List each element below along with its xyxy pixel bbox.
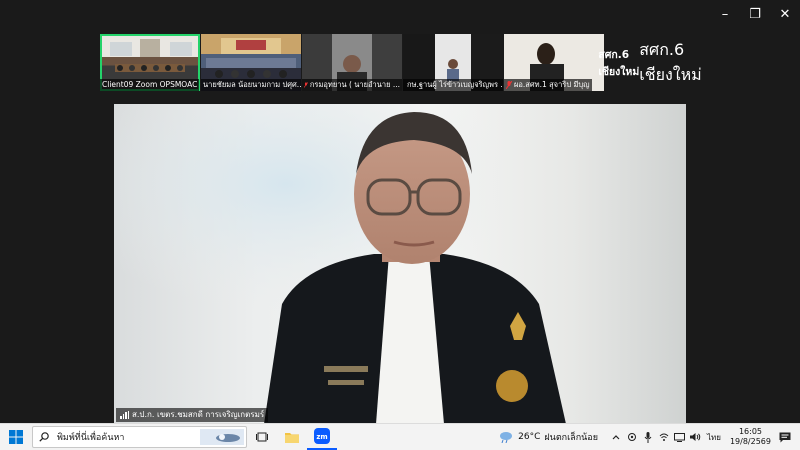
speaker-name-label: ส.ป.ก. เขตร.ชมสกดี การเจริญเกตรมร์ — [116, 408, 269, 422]
camera-icon — [627, 433, 636, 441]
mic-muted-icon — [304, 82, 308, 88]
microphone-icon — [644, 431, 652, 443]
zoom-icon: zm — [314, 428, 330, 444]
clock-time: 16:05 — [738, 427, 763, 436]
participant-name: สศก.6 เชียงใหม่ — [639, 39, 702, 84]
task-view-button[interactable] — [247, 424, 277, 450]
volume-tray-button[interactable] — [689, 424, 703, 450]
connection-signal-icon — [120, 411, 129, 419]
windows-logo-icon — [9, 430, 23, 444]
speaker-figure — [114, 104, 686, 424]
taskbar-clock[interactable]: 16:05 19/8/2569 — [730, 427, 771, 447]
start-button[interactable] — [0, 424, 32, 450]
notifications-button[interactable] — [778, 424, 792, 450]
participant-name: กรมอุทยาน ( นายอำนาย ... — [302, 79, 402, 91]
participant-name: กษ.ฐานผู้ ไร่ข้าวเบญจริญพร ... — [403, 79, 503, 91]
monitor-icon — [674, 432, 686, 442]
search-highlight-icon — [200, 429, 244, 445]
display-tray-button[interactable] — [673, 424, 687, 450]
close-button[interactable]: ✕ — [770, 0, 800, 28]
file-explorer-button[interactable] — [277, 424, 307, 450]
minimize-button[interactable]: – — [710, 0, 740, 28]
wifi-icon — [659, 433, 669, 441]
weather-widget[interactable]: 26°C ฝนตกเล็กน้อย — [498, 430, 598, 444]
rain-cloud-icon — [500, 432, 513, 443]
microphone-tray-button[interactable] — [641, 424, 655, 450]
mic-muted-icon — [506, 81, 512, 89]
zoom-app-button[interactable]: zm — [307, 424, 337, 450]
input-language-indicator[interactable]: ไทย — [707, 431, 721, 444]
participant-tile[interactable]: นายชัยมล น้อยนามกาม ปศุศ... — [201, 34, 301, 91]
windows-taskbar: พิมพ์ที่นี่เพื่อค้นหา zm 26°C ฝนตกเล็กน้… — [0, 423, 800, 450]
task-view-icon — [256, 432, 268, 442]
folder-icon — [285, 433, 299, 443]
search-placeholder: พิมพ์ที่นี่เพื่อค้นหา — [57, 433, 125, 443]
taskbar-search-box[interactable]: พิมพ์ที่นี่เพื่อค้นหา — [32, 426, 247, 448]
participant-name: นายชัยมล น้อยนามกาม ปศุศ... — [201, 79, 301, 91]
participant-display-name: สศก.6 เชียงใหม่ — [598, 48, 640, 78]
system-tray: 26°C ฝนตกเล็กน้อย ไทย 16:05 19/8/2569 — [498, 424, 800, 450]
weather-temperature: 26°C — [518, 432, 541, 442]
wifi-tray-button[interactable] — [657, 424, 671, 450]
speaker-volume-icon — [690, 433, 701, 441]
weather-description: ฝนตกเล็กน้อย — [544, 433, 598, 443]
window-controls: – ❐ ✕ — [710, 0, 800, 28]
svg-text:zm: zm — [316, 433, 327, 441]
participant-tile[interactable]: ผอ.สศท.1 สุจาริป มีบุญ — [504, 34, 604, 91]
participant-tile[interactable]: กรมอุทยาน ( นายอำนาย ... — [302, 34, 402, 91]
participant-name: Client09 Zoom OPSMOAC — [100, 79, 200, 91]
clock-date: 19/8/2569 — [729, 437, 771, 446]
active-speaker-video[interactable]: ส.ป.ก. เขตร.ชมสกดี การเจริญเกตรมร์ — [114, 104, 686, 424]
search-icon — [39, 432, 49, 442]
restore-button[interactable]: ❐ — [740, 0, 770, 28]
participant-tile-no-video[interactable]: สศก.6 เชียงใหม่ สศก.6 เชียงใหม่ — [598, 34, 701, 91]
chevron-up-icon — [612, 435, 620, 440]
gallery-strip: Client09 Zoom OPSMOAC นายชัยมล น้อยนามกา… — [100, 34, 702, 91]
camera-tray-button[interactable] — [625, 424, 639, 450]
notification-center-icon — [779, 432, 791, 442]
show-hidden-icons-button[interactable] — [609, 424, 623, 450]
participant-tile[interactable]: Client09 Zoom OPSMOAC — [100, 34, 200, 91]
participant-name: ผอ.สศท.1 สุจาริป มีบุญ — [504, 79, 592, 91]
participant-tile[interactable]: กษ.ฐานผู้ ไร่ข้าวเบญจริญพร ... — [403, 34, 503, 91]
